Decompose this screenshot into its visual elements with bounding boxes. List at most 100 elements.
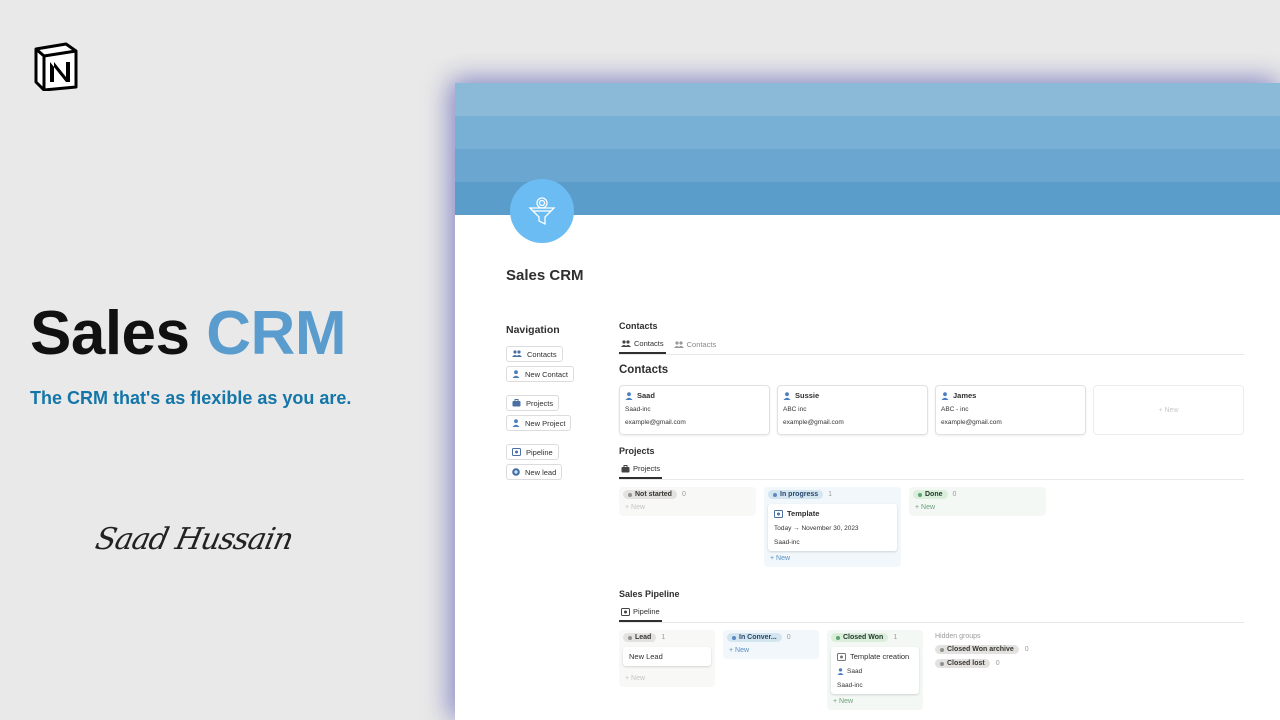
navigation: Navigation Contacts New Contact Projects… [506, 324, 596, 493]
projects-button[interactable]: Projects [506, 395, 560, 411]
button-label: Projects [526, 398, 554, 408]
pipeline-icon [774, 509, 783, 518]
briefcase-icon [621, 464, 630, 472]
column-count: 0 [786, 634, 791, 641]
project-title: Template [787, 509, 820, 518]
project-card[interactable]: Template Today → November 30, 2023 Saad-… [768, 504, 897, 551]
add-new-button[interactable]: + New [913, 504, 1042, 511]
status-pill: Closed Won [831, 633, 889, 642]
button-label: Pipeline [526, 447, 553, 457]
person-icon [941, 391, 949, 400]
hidden-group-row[interactable]: Closed lost 0 [935, 659, 1029, 668]
tab-label: Contacts [686, 340, 717, 349]
column-count: 1 [828, 491, 833, 498]
status-pill: Done [913, 490, 948, 499]
group-count: 0 [995, 660, 1000, 667]
button-label: New Contact [525, 369, 568, 379]
cover-band [455, 83, 1280, 116]
new-project-button[interactable]: New Project [506, 415, 572, 431]
pipeline-section-title: Sales Pipeline [619, 589, 680, 599]
contact-name: Sussie [795, 391, 820, 400]
person-icon [837, 668, 844, 675]
column-count: 1 [661, 634, 666, 641]
nav-group-projects: Projects New Project [506, 395, 596, 431]
board-column-not-started: Not started 0 + New [619, 487, 756, 516]
board-column-done: Done 0 + New [909, 487, 1046, 516]
pipeline-tabs: Pipeline [619, 605, 1244, 623]
contact-card[interactable]: Sussie ABC inc example@gmail.com [777, 385, 928, 435]
deal-person: Saad [837, 668, 913, 675]
new-contact-button[interactable]: New Contact [506, 366, 574, 382]
status-pill: Lead [623, 633, 657, 642]
contact-name: James [953, 391, 977, 400]
status-pill: In Conver... [727, 633, 782, 642]
page-icon[interactable] [510, 179, 574, 243]
people-icon [621, 339, 631, 347]
navigation-title: Navigation [506, 324, 560, 336]
new-contact-card[interactable]: + New [1093, 385, 1244, 435]
deal-company: Saad-inc [837, 682, 863, 689]
signature: Saad Hussain [92, 522, 296, 557]
board-column-lead: Lead 1 New Lead + New [619, 630, 715, 687]
tab-projects[interactable]: Projects [619, 462, 663, 479]
nav-group-pipeline: Pipeline New lead [506, 444, 596, 480]
hero-title-accent: CRM [206, 299, 346, 368]
contact-name: Saad [637, 391, 655, 400]
notion-page: Sales CRM Navigation Contacts New Contac… [455, 83, 1280, 720]
page-title: Sales CRM [506, 267, 584, 284]
project-company: Saad-inc [774, 539, 800, 546]
board-column-in-conversation: In Conver... 0 + New [723, 630, 819, 659]
deal-card[interactable]: Template creation Saad Saad-inc [831, 647, 919, 694]
person-icon [783, 391, 791, 400]
person-icon [625, 391, 633, 400]
notion-logo-icon [34, 42, 78, 91]
hero-subtitle: The CRM that's as flexible as you are. [30, 388, 352, 408]
deal-title: Template creation [850, 652, 910, 661]
project-dates: Today → November 30, 2023 [774, 525, 859, 532]
contacts-button[interactable]: Contacts [506, 346, 563, 362]
add-new-button[interactable]: + New [623, 675, 711, 682]
contacts-tabs: Contacts Contacts [619, 337, 1244, 355]
status-pill: Closed Won archive [935, 645, 1019, 654]
board-column-closed-won: Closed Won 1 Template creation Saad Saad-… [827, 630, 923, 710]
button-label: New Project [525, 418, 566, 428]
contact-company: ABC inc [783, 406, 807, 413]
cover-band [455, 149, 1280, 182]
add-new-button[interactable]: + New [768, 555, 897, 562]
cover-band [455, 116, 1280, 149]
tab-label: Pipeline [633, 607, 660, 616]
add-new-button[interactable]: + New [727, 647, 815, 654]
projects-board: Not started 0 + New In progress 1 Template… [619, 487, 1244, 567]
person-icon [512, 370, 520, 378]
tab-label: Contacts [634, 339, 664, 348]
projects-section-title: Projects [619, 446, 655, 456]
tab-contacts-alt[interactable]: Contacts [672, 337, 719, 354]
hero-title-main: Sales [30, 299, 190, 368]
hidden-groups-title: Hidden groups [935, 633, 981, 640]
add-new-button[interactable]: + New [623, 504, 752, 511]
contact-card[interactable]: James ABC - inc example@gmail.com [935, 385, 1086, 435]
lead-card[interactable]: New Lead [623, 647, 711, 666]
people-icon [673, 340, 684, 348]
lead-title: New Lead [629, 652, 663, 661]
hero-title: Sales CRM [30, 299, 346, 368]
new-lead-button[interactable]: New lead [506, 464, 563, 480]
tab-contacts[interactable]: Contacts [619, 337, 666, 354]
hidden-group-row[interactable]: Closed Won archive 0 [935, 645, 1029, 654]
contact-company: ABC - inc [941, 406, 969, 413]
contact-card[interactable]: Saad Saad-inc example@gmail.com [619, 385, 770, 435]
tab-pipeline[interactable]: Pipeline [619, 605, 662, 622]
contact-email: example@gmail.com [783, 419, 844, 426]
contacts-section: Contacts Contacts Contacts Contacts Saad… [619, 321, 1244, 435]
add-new-button[interactable]: + New [831, 698, 919, 705]
contacts-gallery: Saad Saad-inc example@gmail.com Sussie A… [619, 385, 1244, 435]
column-count: 0 [681, 491, 686, 498]
projects-tabs: Projects [619, 462, 1244, 480]
funnel-icon [528, 197, 556, 226]
column-count: 0 [952, 491, 957, 498]
pipeline-button[interactable]: Pipeline [506, 444, 559, 460]
button-label: New lead [525, 467, 557, 477]
contact-email: example@gmail.com [941, 419, 1002, 426]
status-pill: Not started [623, 490, 677, 499]
board-column-in-progress: In progress 1 Template Today → November 3… [764, 487, 901, 567]
